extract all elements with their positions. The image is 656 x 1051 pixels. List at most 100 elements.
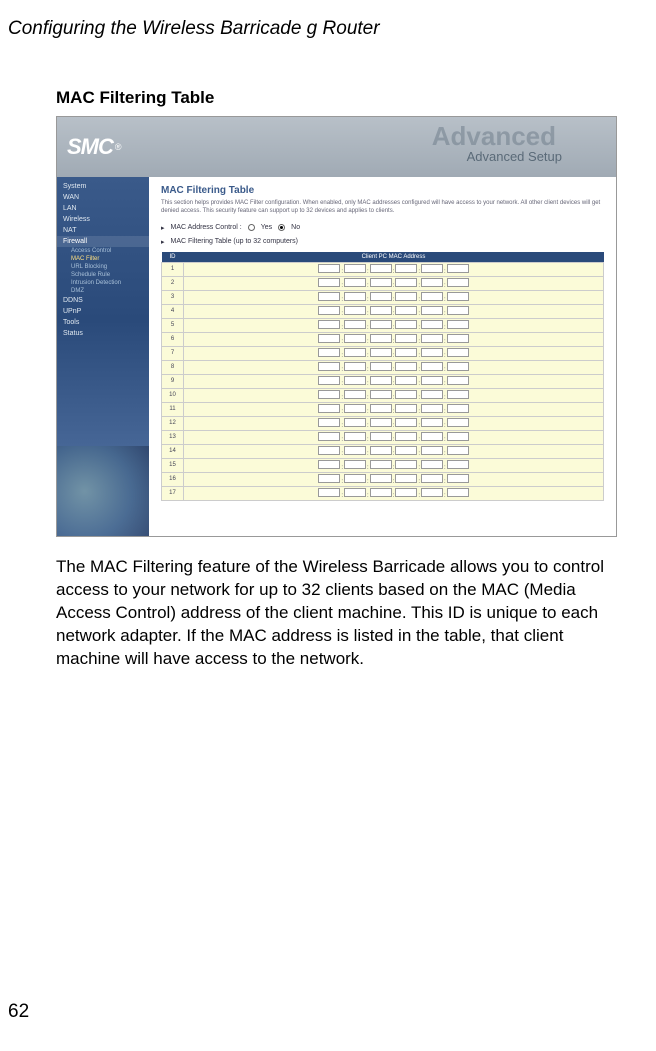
- mac-octet-input[interactable]: [318, 418, 340, 427]
- mac-octet-input[interactable]: [395, 404, 417, 413]
- sidebar-item-wireless[interactable]: Wireless: [57, 214, 149, 225]
- sidebar-sub-dmz[interactable]: DMZ: [57, 287, 149, 295]
- mac-octet-input[interactable]: [344, 418, 366, 427]
- mac-octet-input[interactable]: [395, 292, 417, 301]
- mac-octet-input[interactable]: [447, 362, 469, 371]
- mac-octet-input[interactable]: [318, 334, 340, 343]
- mac-octet-input[interactable]: [447, 264, 469, 273]
- mac-octet-input[interactable]: [395, 348, 417, 357]
- mac-octet-input[interactable]: [370, 320, 392, 329]
- mac-octet-input[interactable]: [447, 460, 469, 469]
- mac-octet-input[interactable]: [395, 264, 417, 273]
- mac-octet-input[interactable]: [344, 488, 366, 497]
- mac-octet-input[interactable]: [318, 446, 340, 455]
- mac-octet-input[interactable]: [370, 348, 392, 357]
- sidebar-item-tools[interactable]: Tools: [57, 317, 149, 328]
- mac-octet-input[interactable]: [344, 460, 366, 469]
- mac-octet-input[interactable]: [395, 390, 417, 399]
- mac-octet-input[interactable]: [318, 320, 340, 329]
- mac-octet-input[interactable]: [421, 320, 443, 329]
- mac-octet-input[interactable]: [421, 418, 443, 427]
- mac-octet-input[interactable]: [344, 376, 366, 385]
- mac-octet-input[interactable]: [395, 474, 417, 483]
- mac-octet-input[interactable]: [447, 488, 469, 497]
- mac-octet-input[interactable]: [370, 404, 392, 413]
- mac-octet-input[interactable]: [370, 418, 392, 427]
- mac-octet-input[interactable]: [395, 432, 417, 441]
- mac-octet-input[interactable]: [447, 404, 469, 413]
- mac-octet-input[interactable]: [344, 264, 366, 273]
- mac-octet-input[interactable]: [447, 292, 469, 301]
- sidebar-item-lan[interactable]: LAN: [57, 203, 149, 214]
- mac-octet-input[interactable]: [370, 278, 392, 287]
- mac-octet-input[interactable]: [318, 348, 340, 357]
- mac-octet-input[interactable]: [370, 292, 392, 301]
- mac-octet-input[interactable]: [344, 306, 366, 315]
- mac-octet-input[interactable]: [421, 390, 443, 399]
- mac-octet-input[interactable]: [318, 432, 340, 441]
- mac-octet-input[interactable]: [447, 348, 469, 357]
- mac-octet-input[interactable]: [344, 334, 366, 343]
- mac-octet-input[interactable]: [370, 334, 392, 343]
- mac-octet-input[interactable]: [318, 404, 340, 413]
- sidebar-sub-schedule-rule[interactable]: Schedule Rule: [57, 271, 149, 279]
- mac-octet-input[interactable]: [318, 362, 340, 371]
- mac-octet-input[interactable]: [447, 278, 469, 287]
- sidebar-item-ddns[interactable]: DDNS: [57, 295, 149, 306]
- mac-octet-input[interactable]: [344, 390, 366, 399]
- mac-octet-input[interactable]: [318, 376, 340, 385]
- mac-octet-input[interactable]: [395, 488, 417, 497]
- mac-octet-input[interactable]: [447, 432, 469, 441]
- mac-octet-input[interactable]: [344, 446, 366, 455]
- mac-octet-input[interactable]: [421, 334, 443, 343]
- sidebar-sub-intrusion[interactable]: Intrusion Detection: [57, 279, 149, 287]
- mac-octet-input[interactable]: [318, 488, 340, 497]
- sidebar-sub-mac-filter[interactable]: MAC Filter: [57, 255, 149, 263]
- mac-octet-input[interactable]: [318, 264, 340, 273]
- sidebar-item-system[interactable]: System: [57, 181, 149, 192]
- radio-no[interactable]: [278, 224, 285, 231]
- mac-octet-input[interactable]: [395, 334, 417, 343]
- mac-octet-input[interactable]: [395, 362, 417, 371]
- mac-octet-input[interactable]: [370, 460, 392, 469]
- mac-octet-input[interactable]: [421, 432, 443, 441]
- mac-octet-input[interactable]: [370, 362, 392, 371]
- mac-octet-input[interactable]: [370, 488, 392, 497]
- mac-octet-input[interactable]: [370, 264, 392, 273]
- mac-octet-input[interactable]: [395, 306, 417, 315]
- mac-octet-input[interactable]: [421, 488, 443, 497]
- mac-octet-input[interactable]: [421, 376, 443, 385]
- mac-octet-input[interactable]: [421, 404, 443, 413]
- mac-octet-input[interactable]: [447, 418, 469, 427]
- mac-octet-input[interactable]: [344, 404, 366, 413]
- mac-octet-input[interactable]: [421, 474, 443, 483]
- mac-octet-input[interactable]: [447, 320, 469, 329]
- mac-octet-input[interactable]: [318, 306, 340, 315]
- mac-octet-input[interactable]: [421, 348, 443, 357]
- mac-octet-input[interactable]: [370, 306, 392, 315]
- mac-octet-input[interactable]: [421, 460, 443, 469]
- mac-octet-input[interactable]: [395, 418, 417, 427]
- sidebar-sub-url-blocking[interactable]: URL Blocking: [57, 263, 149, 271]
- mac-octet-input[interactable]: [395, 376, 417, 385]
- mac-octet-input[interactable]: [318, 390, 340, 399]
- mac-octet-input[interactable]: [395, 320, 417, 329]
- mac-octet-input[interactable]: [318, 474, 340, 483]
- mac-octet-input[interactable]: [318, 278, 340, 287]
- mac-octet-input[interactable]: [421, 362, 443, 371]
- mac-octet-input[interactable]: [421, 292, 443, 301]
- sidebar-item-firewall[interactable]: Firewall: [57, 236, 149, 247]
- mac-octet-input[interactable]: [447, 306, 469, 315]
- mac-octet-input[interactable]: [370, 376, 392, 385]
- mac-octet-input[interactable]: [344, 320, 366, 329]
- mac-octet-input[interactable]: [370, 432, 392, 441]
- mac-octet-input[interactable]: [421, 446, 443, 455]
- mac-octet-input[interactable]: [318, 292, 340, 301]
- mac-octet-input[interactable]: [395, 460, 417, 469]
- mac-octet-input[interactable]: [370, 390, 392, 399]
- mac-octet-input[interactable]: [344, 278, 366, 287]
- mac-octet-input[interactable]: [447, 446, 469, 455]
- mac-octet-input[interactable]: [447, 334, 469, 343]
- mac-octet-input[interactable]: [395, 278, 417, 287]
- mac-octet-input[interactable]: [370, 446, 392, 455]
